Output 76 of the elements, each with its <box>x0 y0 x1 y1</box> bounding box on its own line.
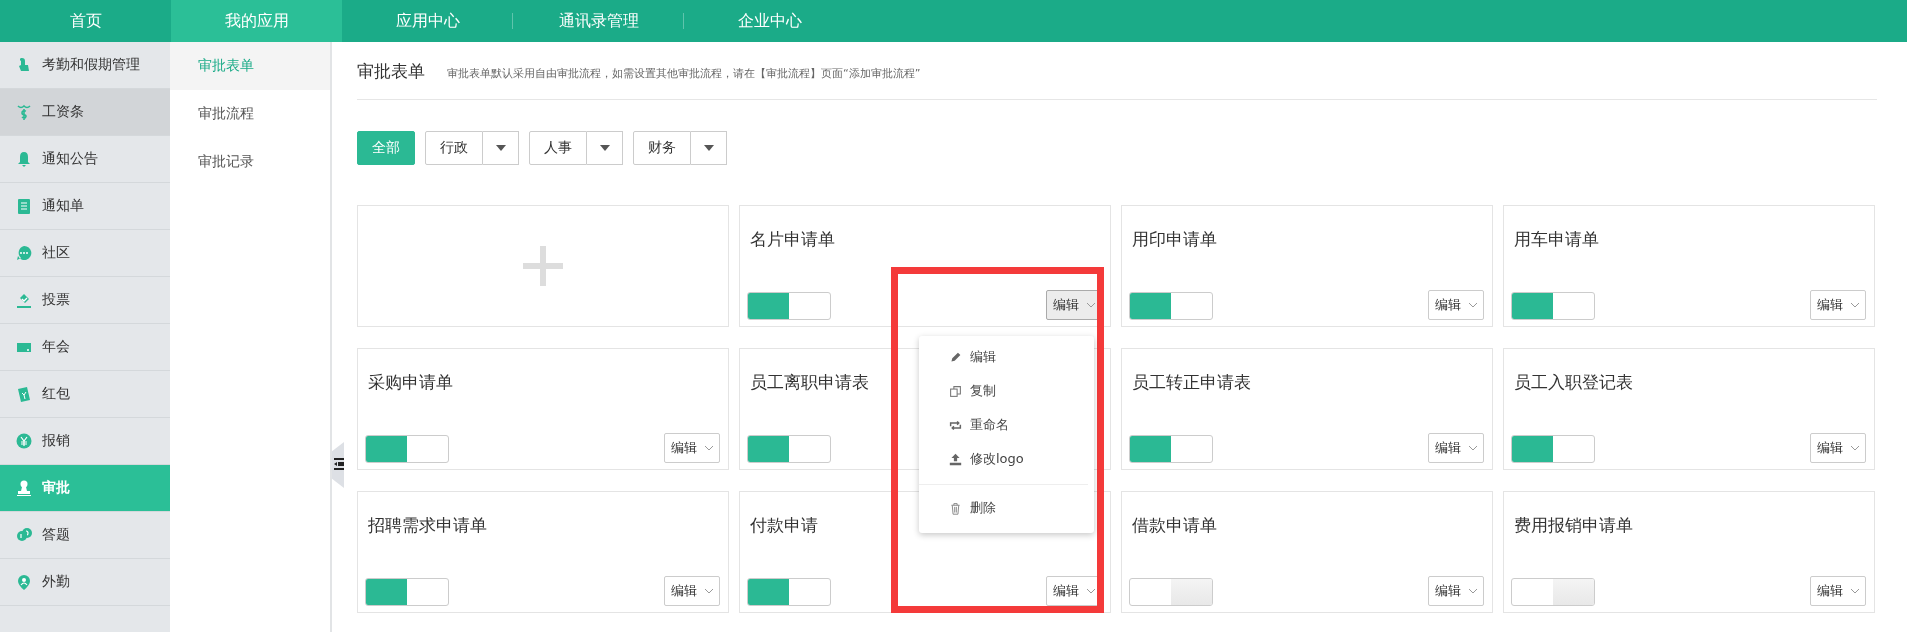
copy-icon <box>949 384 962 398</box>
menu-item[interactable]: 删除 <box>919 491 1094 525</box>
category-button[interactable]: 人事 <box>529 131 587 165</box>
edit-dropdown-button[interactable]: 编辑 <box>1428 576 1484 606</box>
ballot-icon <box>16 292 32 308</box>
hand-icon <box>16 57 32 73</box>
chevron-down-icon <box>705 588 713 594</box>
stamp-icon <box>16 480 32 496</box>
cycle-arrows-icon <box>949 418 962 432</box>
toggle-switch[interactable] <box>1511 578 1595 606</box>
caret-icon <box>495 145 506 151</box>
form-title: 员工转正申请表 <box>1132 371 1251 394</box>
edit-dropdown-button[interactable]: 编辑 <box>1810 576 1866 606</box>
edit-dropdown-button[interactable]: 编辑 <box>1428 433 1484 463</box>
toggle-switch[interactable] <box>365 435 449 463</box>
form-title: 用车申请单 <box>1514 228 1599 251</box>
chevron-down-icon <box>1087 302 1095 308</box>
envelope-icon <box>16 386 32 402</box>
pencil-icon <box>949 350 962 364</box>
toggle-switch[interactable] <box>1129 292 1213 320</box>
chevron-down-icon <box>1851 588 1859 594</box>
notepad-icon <box>16 198 32 214</box>
toggle-switch[interactable] <box>1511 292 1595 320</box>
chat-icon <box>16 245 32 261</box>
bell-icon <box>16 151 32 167</box>
toggle-switch[interactable] <box>747 435 831 463</box>
chevron-down-icon <box>1469 302 1477 308</box>
menu-item[interactable]: 修改logo <box>919 442 1094 476</box>
chevron-down-icon <box>1851 445 1859 451</box>
edit-dropdown-button[interactable]: 编辑 <box>664 433 720 463</box>
category-button[interactable]: 行政 <box>425 131 483 165</box>
hint-text: 审批表单默认采用自由审批流程，如需设置其他审批流程，请在【审批流程】页面“添加审批流程” <box>447 66 921 81</box>
toggle-switch[interactable] <box>1129 435 1213 463</box>
form-title: 招聘需求申请单 <box>368 514 487 537</box>
category-dropdown-button[interactable] <box>587 131 623 165</box>
category-dropdown-button[interactable] <box>691 131 727 165</box>
form-title: 借款申请单 <box>1132 514 1217 537</box>
yen-icon <box>16 433 32 449</box>
form-title: 付款申请 <box>750 514 818 537</box>
toggle-switch[interactable] <box>747 292 831 320</box>
upload-icon <box>949 452 962 466</box>
location-pin-icon <box>16 574 32 590</box>
toggle-switch[interactable] <box>1511 435 1595 463</box>
add-form-card[interactable] <box>357 205 729 327</box>
menu-item[interactable]: 重命名 <box>919 408 1094 442</box>
form-title: 采购申请单 <box>368 371 453 394</box>
caret-icon <box>599 145 610 151</box>
form-title: 员工入职登记表 <box>1514 371 1633 394</box>
edit-dropdown-button[interactable]: 编辑 <box>1810 290 1866 320</box>
form-title: 费用报销申请单 <box>1514 514 1633 537</box>
menu-item[interactable]: 编辑 <box>919 340 1094 374</box>
toggle-switch[interactable] <box>365 578 449 606</box>
chevron-down-icon <box>1087 588 1095 594</box>
chevron-down-icon <box>1469 588 1477 594</box>
edit-dropdown-button[interactable]: 编辑 <box>1810 433 1866 463</box>
edit-dropdown-button[interactable]: 编辑 <box>664 576 720 606</box>
form-title: 用印申请单 <box>1132 228 1217 251</box>
toggle-switch[interactable] <box>1129 578 1213 606</box>
toggle-switch[interactable] <box>747 578 831 606</box>
edit-dropdown-button[interactable]: 编辑 <box>1428 290 1484 320</box>
chevron-down-icon <box>705 445 713 451</box>
category-button[interactable]: 财务 <box>633 131 691 165</box>
caret-icon <box>703 145 714 151</box>
form-title: 名片申请单 <box>750 228 835 251</box>
form-title: 员工离职申请表 <box>750 371 869 394</box>
category-dropdown-button[interactable] <box>483 131 519 165</box>
page-title: 审批表单 <box>357 60 425 83</box>
chevron-down-icon <box>1469 445 1477 451</box>
trash-icon <box>949 501 962 515</box>
sidebar-item[interactable]: 工资条 <box>0 89 170 136</box>
dollar-sprout-icon <box>16 104 32 120</box>
collapse-icon <box>334 458 344 470</box>
chevron-down-icon <box>1851 302 1859 308</box>
bubbles-icon <box>16 527 32 543</box>
plus-icon <box>523 246 563 286</box>
menu-item[interactable]: 复制 <box>919 374 1094 408</box>
